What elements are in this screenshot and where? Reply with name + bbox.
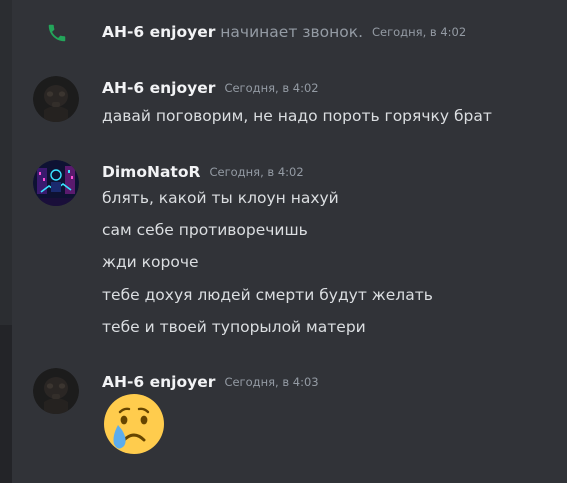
- call-system-text: AH-6 enjoyer начинает звонок. Сегодня, в…: [102, 22, 466, 43]
- message-group: AH-6 enjoyer Сегодня, в 4:03: [12, 362, 567, 472]
- timestamp[interactable]: Сегодня, в 4:02: [224, 81, 318, 95]
- phone-icon: [48, 24, 66, 42]
- message-header: AH-6 enjoyer Сегодня, в 4:03: [102, 372, 319, 393]
- avatar[interactable]: [33, 76, 79, 122]
- avatar[interactable]: [33, 160, 79, 206]
- avatar[interactable]: [33, 368, 79, 414]
- username[interactable]: DimoNatoR: [102, 163, 200, 181]
- message-header: DimoNatoR Сегодня, в 4:02: [102, 162, 304, 183]
- message-text: жди короче: [102, 253, 199, 271]
- message-group: AH-6 enjoyer Сегодня, в 4:02 давай погов…: [12, 70, 567, 130]
- call-system-message: AH-6 enjoyer начинает звонок. Сегодня, в…: [12, 18, 567, 46]
- message-list: AH-6 enjoyer начинает звонок. Сегодня, в…: [12, 0, 567, 483]
- timestamp[interactable]: Сегодня, в 4:03: [224, 375, 318, 389]
- message-text: блять, какой ты клоун нахуй: [102, 189, 339, 207]
- username[interactable]: AH-6 enjoyer: [102, 79, 215, 97]
- message-text: тебе дохуя людей смерти будут желать: [102, 286, 433, 304]
- message-text: тебе и твоей тупорылой матери: [102, 318, 366, 336]
- channel-list-edge-lower: [0, 325, 12, 483]
- message-text: сам себе противоречишь: [102, 221, 308, 239]
- username[interactable]: AH-6 enjoyer: [102, 373, 215, 391]
- timestamp[interactable]: Сегодня, в 4:02: [372, 25, 466, 39]
- message-header: AH-6 enjoyer Сегодня, в 4:02: [102, 78, 319, 99]
- username[interactable]: AH-6 enjoyer: [102, 23, 215, 41]
- crying-face-emoji[interactable]: [102, 392, 166, 456]
- call-action-text: начинает звонок.: [220, 23, 364, 41]
- message-group: DimoNatoR Сегодня, в 4:02 блять, какой т…: [12, 155, 567, 345]
- timestamp[interactable]: Сегодня, в 4:02: [210, 165, 304, 179]
- message-text: давай поговорим, не надо пороть горячку …: [102, 107, 492, 125]
